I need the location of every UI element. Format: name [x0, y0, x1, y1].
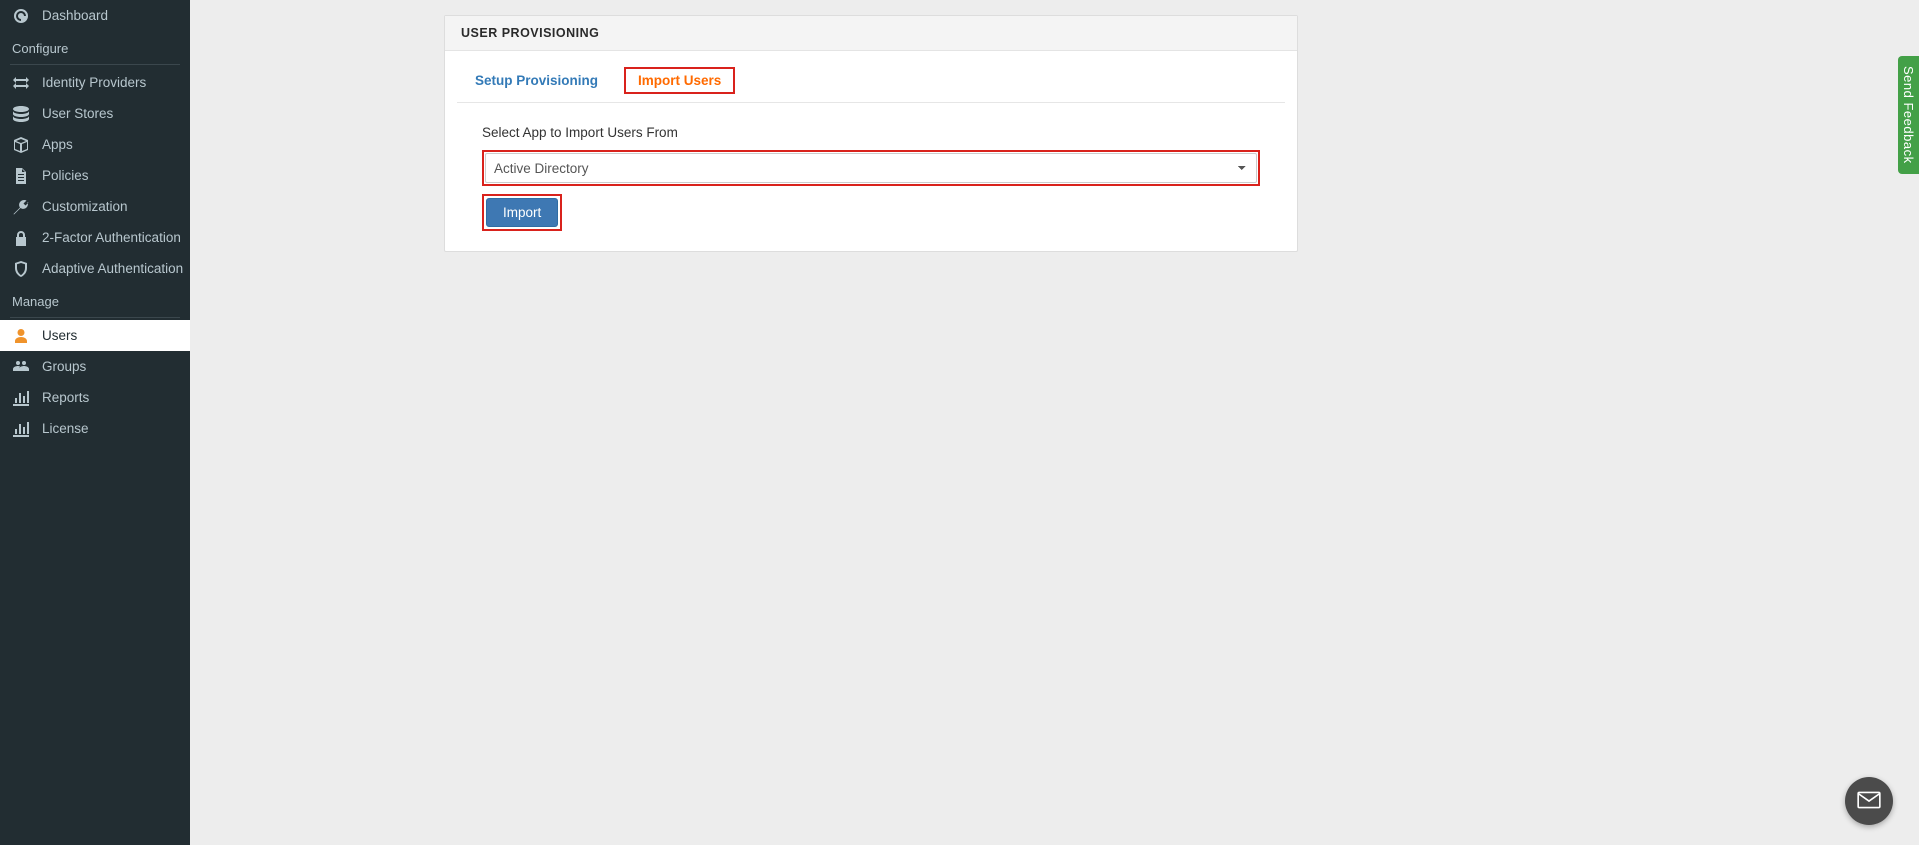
sidebar-item-user-stores[interactable]: User Stores: [0, 98, 190, 129]
users-group-icon: [12, 358, 30, 376]
sidebar-item-label: Customization: [42, 199, 128, 214]
sidebar-item-dashboard[interactable]: Dashboard: [0, 0, 190, 31]
send-feedback-tab[interactable]: Send Feedback: [1898, 56, 1919, 174]
swap-icon: [12, 74, 30, 92]
lock-icon: [12, 229, 30, 247]
user-provisioning-panel: USER PROVISIONING Setup Provisioning Imp…: [444, 15, 1298, 252]
contact-fab[interactable]: [1845, 777, 1893, 825]
sidebar-item-two-factor[interactable]: 2-Factor Authentication: [0, 222, 190, 253]
sidebar-divider: [10, 64, 180, 65]
dashboard-icon: [12, 7, 30, 25]
sidebar-item-label: User Stores: [42, 106, 113, 121]
main-content: USER PROVISIONING Setup Provisioning Imp…: [190, 0, 1919, 845]
sidebar-item-adaptive-auth[interactable]: Adaptive Authentication: [0, 253, 190, 284]
sidebar-item-label: Identity Providers: [42, 75, 146, 90]
panel-body: Setup Provisioning Import Users Select A…: [445, 51, 1297, 251]
sidebar-item-label: Adaptive Authentication: [42, 261, 183, 276]
sidebar-item-groups[interactable]: Groups: [0, 351, 190, 382]
tab-setup-provisioning[interactable]: Setup Provisioning: [471, 71, 602, 90]
sidebar: Dashboard Configure Identity Providers U…: [0, 0, 190, 845]
sidebar-section-manage: Manage: [0, 284, 190, 317]
sidebar-divider: [10, 317, 180, 318]
sidebar-item-label: Groups: [42, 359, 86, 374]
sidebar-item-label: License: [42, 421, 89, 436]
sidebar-item-label: 2-Factor Authentication: [42, 230, 181, 245]
sidebar-item-users[interactable]: Users: [0, 320, 190, 351]
user-icon: [12, 327, 30, 345]
sidebar-item-apps[interactable]: Apps: [0, 129, 190, 160]
select-highlight-wrap: Active Directory: [482, 150, 1260, 186]
sidebar-item-policies[interactable]: Policies: [0, 160, 190, 191]
import-button-highlight-wrap: Import: [482, 194, 562, 231]
chart-icon: [12, 420, 30, 438]
import-button[interactable]: Import: [486, 198, 558, 227]
shield-icon: [12, 260, 30, 278]
panel-title: USER PROVISIONING: [445, 16, 1297, 51]
select-app-label: Select App to Import Users From: [482, 125, 1260, 140]
sidebar-item-label: Apps: [42, 137, 73, 152]
import-form: Select App to Import Users From Active D…: [457, 125, 1285, 231]
sidebar-item-label: Dashboard: [42, 8, 108, 23]
cube-icon: [12, 136, 30, 154]
app-select[interactable]: Active Directory: [485, 153, 1257, 183]
sidebar-item-identity-providers[interactable]: Identity Providers: [0, 67, 190, 98]
sidebar-section-configure: Configure: [0, 31, 190, 64]
sidebar-item-license[interactable]: License: [0, 413, 190, 444]
document-icon: [12, 167, 30, 185]
database-icon: [12, 105, 30, 123]
chart-icon: [12, 389, 30, 407]
sidebar-item-label: Reports: [42, 390, 89, 405]
panel-tabs: Setup Provisioning Import Users: [457, 63, 1285, 103]
sidebar-item-reports[interactable]: Reports: [0, 382, 190, 413]
wrench-icon: [12, 198, 30, 216]
envelope-icon: [1856, 787, 1882, 816]
sidebar-item-label: Policies: [42, 168, 89, 183]
sidebar-item-customization[interactable]: Customization: [0, 191, 190, 222]
tab-import-users[interactable]: Import Users: [624, 67, 735, 94]
sidebar-item-label: Users: [42, 328, 77, 343]
